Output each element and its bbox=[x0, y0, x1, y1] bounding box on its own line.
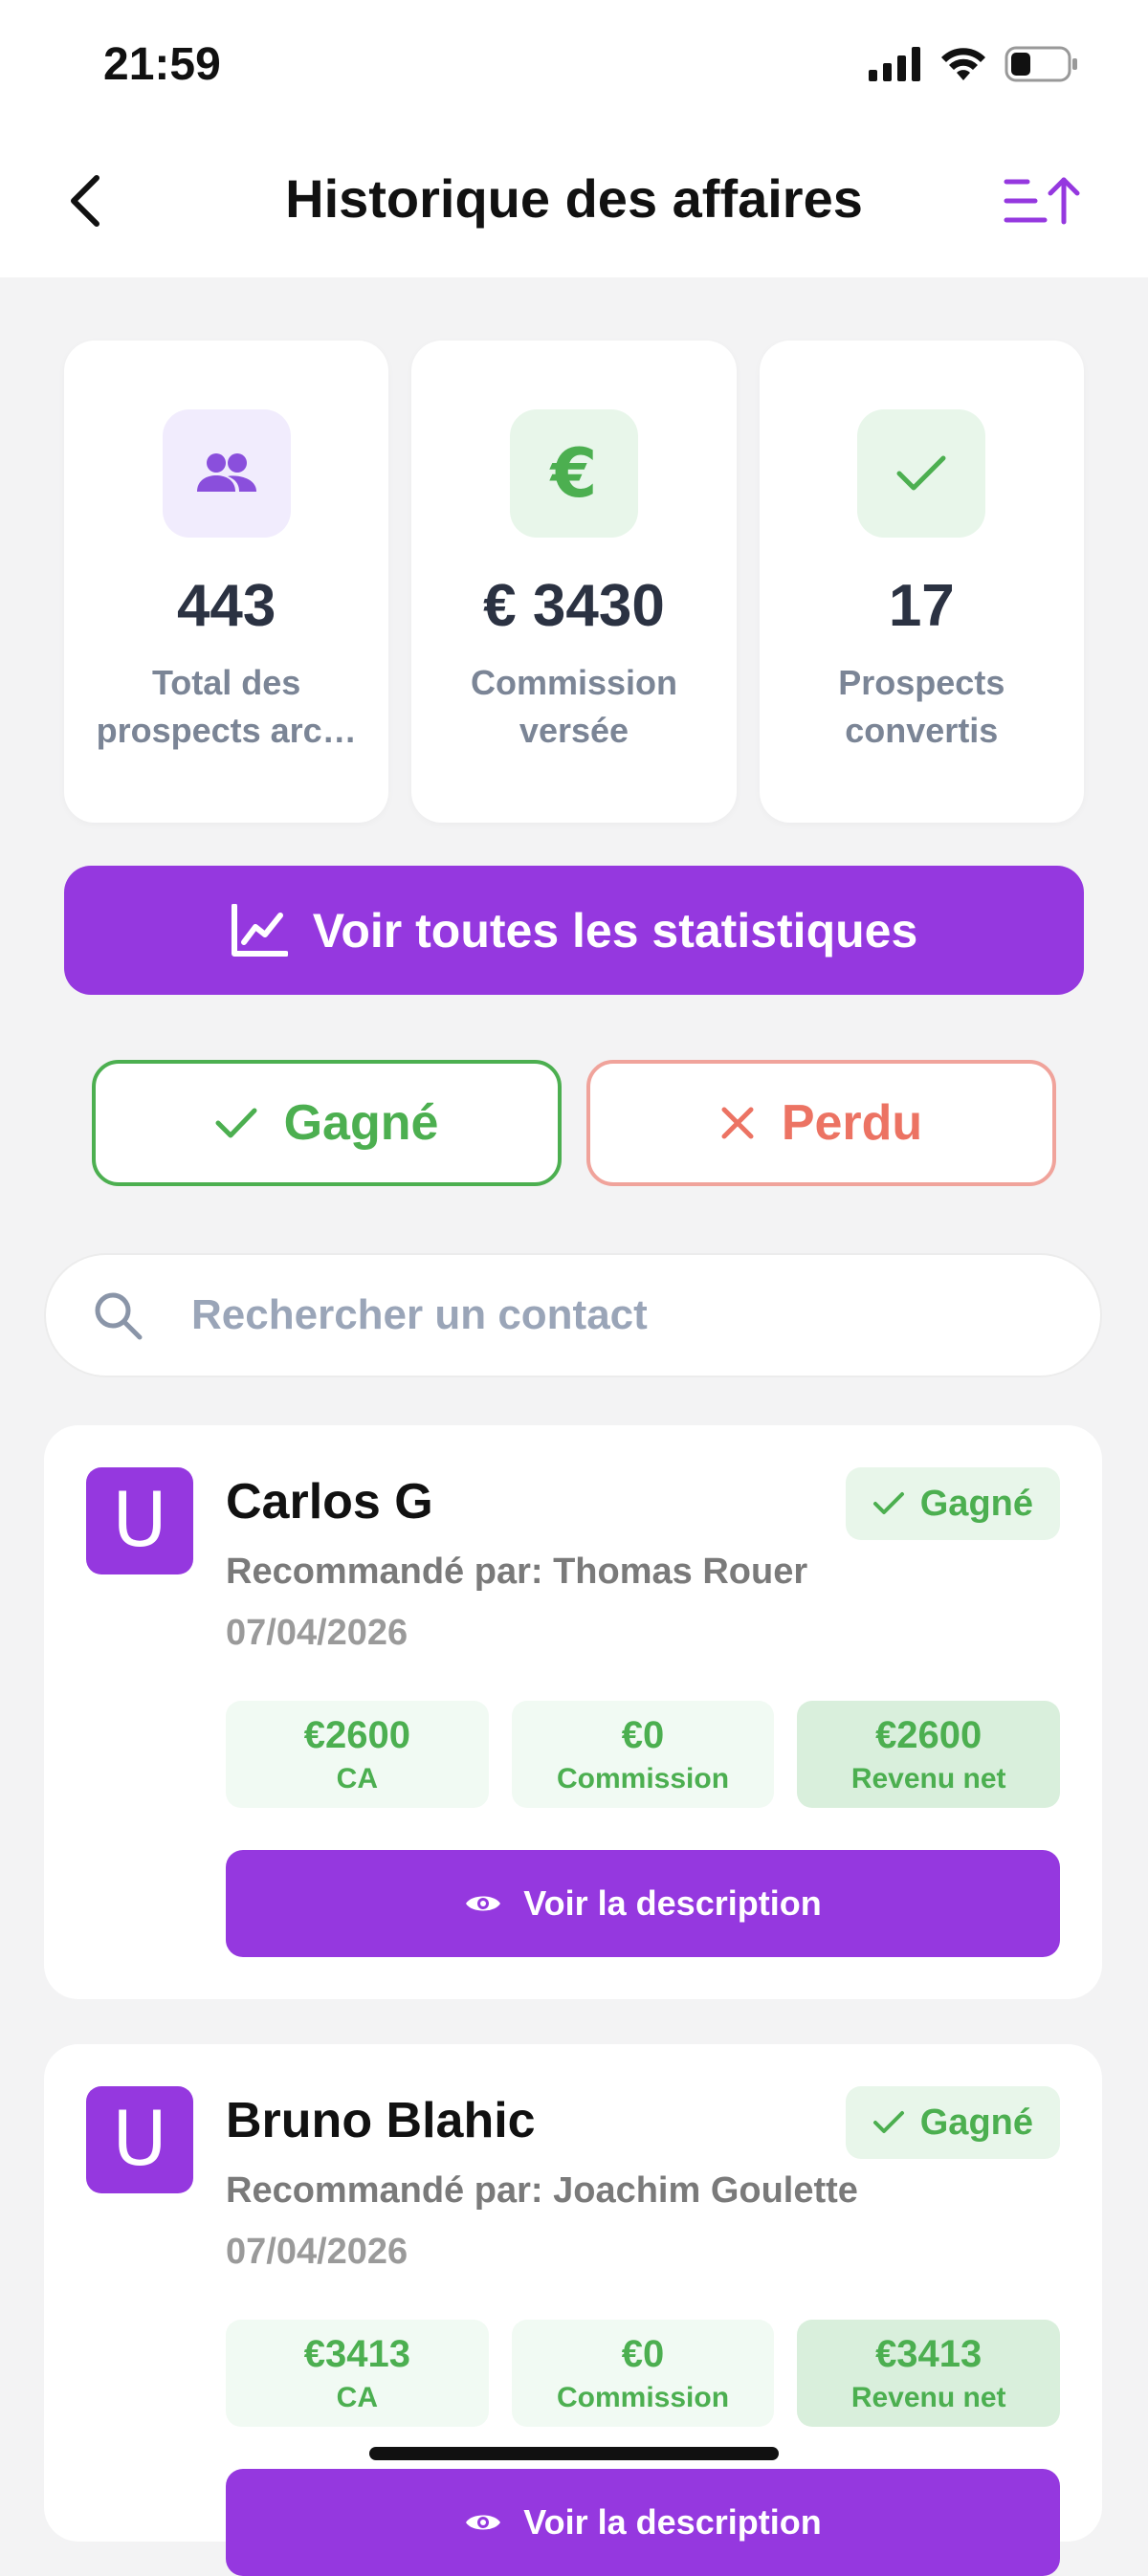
metric-value: €3413 bbox=[303, 2332, 410, 2375]
metric-label: Revenu net bbox=[850, 2381, 1006, 2413]
deal-referrer: Recommandé par: Thomas Rouer bbox=[226, 1552, 808, 1592]
stat-card-total-prospects: 443 Total des prospects arc… bbox=[64, 341, 389, 823]
avatar: U bbox=[86, 1467, 193, 1574]
stat-value: € 3430 bbox=[483, 573, 665, 639]
sort-ascending-icon bbox=[1004, 177, 1080, 225]
check-icon bbox=[215, 1108, 257, 1138]
search-input[interactable] bbox=[191, 1291, 1052, 1339]
check-icon bbox=[857, 409, 986, 538]
metric-label: Revenu net bbox=[850, 1762, 1006, 1794]
deal-referrer: Recommandé par: Joachim Goulette bbox=[226, 2170, 858, 2211]
status-badge: Gagné bbox=[845, 1467, 1060, 1540]
stat-label: Total des prospects arc… bbox=[83, 659, 370, 755]
filter-won-button[interactable]: Gagné bbox=[92, 1060, 562, 1186]
wifi-icon bbox=[941, 48, 985, 80]
status-icons bbox=[869, 46, 1079, 82]
page-title: Historique des affaires bbox=[285, 168, 863, 229]
sort-button[interactable] bbox=[999, 167, 1085, 234]
stat-value: 17 bbox=[888, 573, 955, 639]
metric-value: €2600 bbox=[303, 1713, 410, 1756]
stat-value: 443 bbox=[176, 573, 276, 639]
filter-lost-button[interactable]: Perdu bbox=[586, 1060, 1056, 1186]
close-icon bbox=[721, 1107, 754, 1139]
chart-line-icon bbox=[231, 903, 288, 957]
filter-won-label: Gagné bbox=[283, 1095, 439, 1151]
status-bar: 21:59 bbox=[0, 0, 1148, 129]
battery-icon bbox=[1004, 46, 1077, 82]
metric-value: €3413 bbox=[875, 2332, 982, 2375]
search-icon bbox=[84, 1282, 151, 1349]
status-badge-label: Gagné bbox=[919, 1483, 1033, 1524]
check-icon bbox=[872, 1492, 904, 1514]
deal-metrics: €3413 CA €0 Commission €3413 Revenu net bbox=[226, 2320, 1061, 2427]
view-all-stats-label: Voir toutes les statistiques bbox=[312, 903, 918, 958]
deal-date: 07/04/2026 bbox=[226, 2232, 408, 2272]
view-description-button[interactable]: Voir la description bbox=[226, 1850, 1060, 1957]
deal-metrics: €2600 CA €0 Commission €2600 Revenu net bbox=[226, 1701, 1061, 1808]
stat-label-line: versée bbox=[519, 711, 629, 750]
people-icon bbox=[162, 409, 291, 538]
deal-card[interactable]: U Bruno Blahic Gagné Recommandé par: Joa… bbox=[44, 2044, 1102, 2576]
stat-label-line: Total des bbox=[151, 663, 301, 702]
metric-ca: €2600 CA bbox=[226, 1701, 489, 1808]
avatar: U bbox=[86, 2086, 193, 2193]
metric-label: Commission bbox=[556, 1762, 730, 1794]
metric-net-revenue: €3413 Revenu net bbox=[797, 2320, 1061, 2427]
view-description-label: Voir la description bbox=[523, 1883, 822, 1923]
metric-net-revenue: €2600 Revenu net bbox=[797, 1701, 1061, 1808]
check-icon bbox=[872, 2111, 904, 2133]
stat-label-line: prospects arc… bbox=[96, 711, 357, 750]
status-badge: Gagné bbox=[845, 2086, 1060, 2159]
metric-value: €2600 bbox=[875, 1713, 982, 1756]
stat-card-commission: € € 3430 Commission versée bbox=[411, 341, 737, 823]
stat-label-line: Commission bbox=[470, 663, 677, 702]
stat-label-line: convertis bbox=[845, 711, 999, 750]
euro-icon: € bbox=[509, 409, 638, 538]
metric-value: €0 bbox=[621, 1713, 665, 1756]
search-bar bbox=[44, 1253, 1102, 1377]
stat-label: Prospects convertis bbox=[778, 659, 1065, 755]
deal-card[interactable]: U Carlos G Gagné Recommandé par: Thomas … bbox=[44, 1425, 1102, 1999]
header: Historique des affaires bbox=[0, 129, 1148, 277]
eye-icon bbox=[466, 1896, 501, 1911]
stat-label: Commission versée bbox=[430, 659, 718, 755]
stat-label-line: Prospects bbox=[838, 663, 1005, 702]
metric-label: CA bbox=[336, 2381, 378, 2413]
signal-icon bbox=[869, 47, 920, 81]
deal-contact-name: Bruno Blahic bbox=[226, 2093, 536, 2148]
metric-ca: €3413 CA bbox=[226, 2320, 489, 2427]
view-all-stats-button[interactable]: Voir toutes les statistiques bbox=[64, 866, 1084, 995]
home-indicator bbox=[369, 2447, 779, 2460]
status-filters: Gagné Perdu bbox=[92, 1060, 1056, 1186]
metric-value: €0 bbox=[621, 2332, 665, 2375]
status-time: 21:59 bbox=[103, 39, 221, 90]
filter-lost-label: Perdu bbox=[781, 1095, 923, 1151]
deal-date: 07/04/2026 bbox=[226, 1613, 408, 1653]
view-description-label: Voir la description bbox=[523, 2502, 822, 2542]
metric-commission: €0 Commission bbox=[511, 2320, 775, 2427]
metric-label: Commission bbox=[556, 2381, 730, 2413]
view-description-button[interactable]: Voir la description bbox=[226, 2469, 1060, 2576]
stat-card-converted: 17 Prospects convertis bbox=[759, 341, 1084, 823]
status-badge-label: Gagné bbox=[919, 2102, 1033, 2143]
stats-row: 443 Total des prospects arc… € € 3430 Co… bbox=[64, 341, 1084, 823]
metric-commission: €0 Commission bbox=[511, 1701, 775, 1808]
deal-contact-name: Carlos G bbox=[226, 1474, 433, 1530]
metric-label: CA bbox=[336, 1762, 378, 1794]
eye-icon bbox=[466, 2515, 501, 2530]
